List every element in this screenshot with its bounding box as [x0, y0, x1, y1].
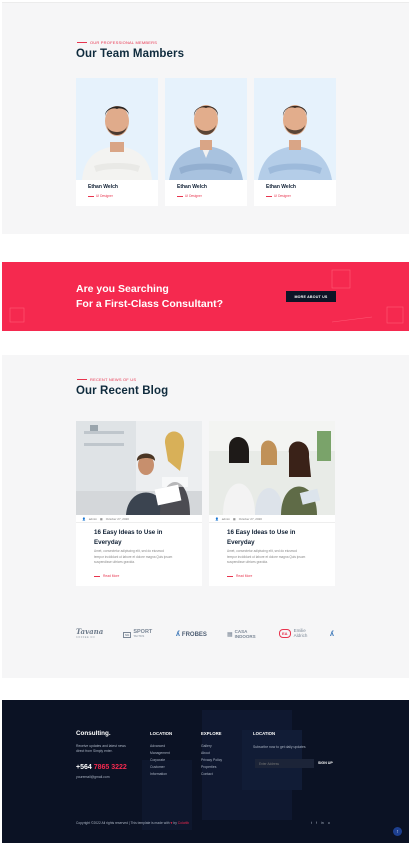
blog-title: Our Recent Blog	[76, 385, 169, 397]
cta-pattern	[9, 269, 404, 324]
footer-col1-links: Advanced Management Corporate Customer I…	[150, 744, 170, 779]
footer-link[interactable]: Corporate	[150, 758, 170, 765]
user-icon: 👤	[215, 516, 219, 521]
footer-col2-links: Gallery About Privacy Policy Properties …	[201, 744, 222, 779]
cta-heading-line1: Are you Searching	[76, 283, 169, 295]
social-links: t f in o	[311, 821, 330, 825]
frobes-logo-icon: ʎ	[176, 631, 180, 638]
team-member-card[interactable]: Ethan Welch UI Designer	[254, 78, 336, 206]
footer-brand[interactable]: Consulting.	[76, 730, 111, 737]
team-member-role: UI Designer	[177, 194, 202, 198]
blog-post-image[interactable]	[76, 421, 202, 515]
team-member-role: UI Designer	[88, 194, 113, 198]
team-member-name: Ethan Welch	[266, 184, 296, 190]
blog-card[interactable]: 👤 admin ▦ October 27, 2020 16 Easy Ideas…	[76, 421, 202, 586]
blog-date: October 27, 2020	[105, 516, 129, 521]
team-title: Our Team Mambers	[76, 48, 185, 60]
blog-post-excerpt: Amet, consectetur adipiscing elit, sed d…	[227, 549, 306, 564]
footer-link[interactable]: Management	[150, 751, 170, 758]
footer-col1-heading: LOCATION	[150, 731, 173, 736]
calendar-icon: ▦	[232, 516, 236, 521]
more-about-us-button[interactable]: MORE ABOUT US	[286, 291, 336, 302]
blog-section: RECENT NEWS OF US Our Recent Blog 👤 admi…	[2, 355, 409, 678]
footer: Consulting. Receive updates and latest n…	[2, 700, 409, 843]
footer-subscribe-text: Subscribe now to get daily updates	[253, 745, 306, 749]
blog-post-title[interactable]: 16 Easy Ideas to Use in Everyday	[227, 528, 295, 547]
team-member-name: Ethan Welch	[177, 184, 207, 190]
emilie-logo-icon: EA	[279, 629, 291, 638]
facebook-icon[interactable]: f	[316, 821, 317, 825]
brand-logo-sport[interactable]: SG SPORT TACTICS	[123, 630, 152, 639]
blog-date: October 27, 2020	[238, 516, 262, 521]
instagram-icon[interactable]: o	[328, 821, 330, 825]
team-member-name: Ethan Welch	[88, 184, 118, 190]
team-eyebrow-label: OUR PROFESSIONAL MEMBERS	[90, 40, 158, 45]
footer-link[interactable]: Properties	[201, 765, 222, 772]
calendar-icon: ▦	[99, 516, 103, 521]
footer-copyright: Copyright ©2022 All rights reserved | Th…	[76, 821, 189, 825]
newsletter-email-input[interactable]	[255, 759, 314, 768]
scroll-to-top-button[interactable]: ↑	[393, 827, 402, 836]
user-icon: 👤	[82, 516, 86, 521]
footer-phone[interactable]: +564 7865 3222	[76, 764, 127, 771]
team-member-photo	[165, 78, 247, 180]
blog-author[interactable]: admin	[222, 517, 230, 521]
footer-col2-heading: EXPLORE	[201, 731, 222, 736]
blog-meta: 👤 admin ▦ October 27, 2020	[209, 515, 335, 523]
blog-eyebrow-label: RECENT NEWS OF US	[90, 377, 137, 382]
brand-logo-emilie[interactable]: EA Emilie Aldrich	[279, 628, 307, 638]
footer-link[interactable]: Contact	[201, 772, 222, 779]
read-more-link[interactable]: Read More	[94, 574, 119, 578]
team-eyebrow: OUR PROFESSIONAL MEMBERS	[77, 40, 157, 45]
team-section: OUR PROFESSIONAL MEMBERS Our Team Mamber…	[2, 2, 409, 234]
blog-author[interactable]: admin	[89, 517, 97, 521]
blog-post-excerpt: Amet, consectetur adipiscing elit, sed d…	[94, 549, 173, 564]
blog-card[interactable]: 👤 admin ▦ October 27, 2020 16 Easy Ideas…	[209, 421, 335, 586]
footer-link[interactable]: Customer	[150, 765, 170, 772]
twitter-icon[interactable]: t	[311, 821, 312, 825]
footer-link[interactable]: Information	[150, 772, 170, 779]
footer-about: Receive updates and latest news direct f…	[76, 744, 126, 753]
brand-logo-tavana[interactable]: Tavana COFFEE CO	[76, 628, 103, 641]
casa-logo-icon: ▦	[227, 632, 233, 638]
footer-link[interactable]: Privacy Policy	[201, 758, 222, 765]
team-member-card[interactable]: Ethan Welch UI Designer	[76, 78, 158, 206]
colorlib-link[interactable]: Colorlib	[178, 821, 189, 825]
sign-up-button[interactable]: SIGN UP	[318, 761, 333, 765]
team-member-role: UI Designer	[266, 194, 291, 198]
footer-link[interactable]: About	[201, 751, 222, 758]
cta-heading-line2: For a First-Class Consultant?	[76, 298, 224, 310]
team-member-photo	[254, 78, 336, 180]
blog-eyebrow: RECENT NEWS OF US	[77, 377, 136, 382]
brand-logo-frobes[interactable]: ʎ FROBES	[176, 631, 207, 638]
footer-email[interactable]: youremail@gmail.com	[76, 775, 110, 780]
sport-logo-icon: SG	[123, 631, 132, 638]
blog-post-image[interactable]	[209, 421, 335, 515]
footer-link[interactable]: Advanced	[150, 744, 170, 751]
footer-col3-heading: LOCATION	[253, 731, 276, 736]
footer-link[interactable]: Gallery	[201, 744, 222, 751]
blog-post-title[interactable]: 16 Easy Ideas to Use in Everyday	[94, 528, 162, 547]
blog-meta: 👤 admin ▦ October 27, 2020	[76, 515, 202, 523]
read-more-link[interactable]: Read More	[227, 574, 252, 578]
team-member-card[interactable]: Ethan Welch UI Designer	[165, 78, 247, 206]
cta-banner: Are you Searching For a First-Class Cons…	[2, 262, 409, 331]
brand-logo-partial[interactable]: ʎ	[330, 631, 334, 638]
team-member-photo	[76, 78, 158, 180]
linkedin-icon[interactable]: in	[321, 821, 324, 825]
brand-logo-casa-indoors[interactable]: ▦ CASA INDOORS	[227, 629, 256, 639]
